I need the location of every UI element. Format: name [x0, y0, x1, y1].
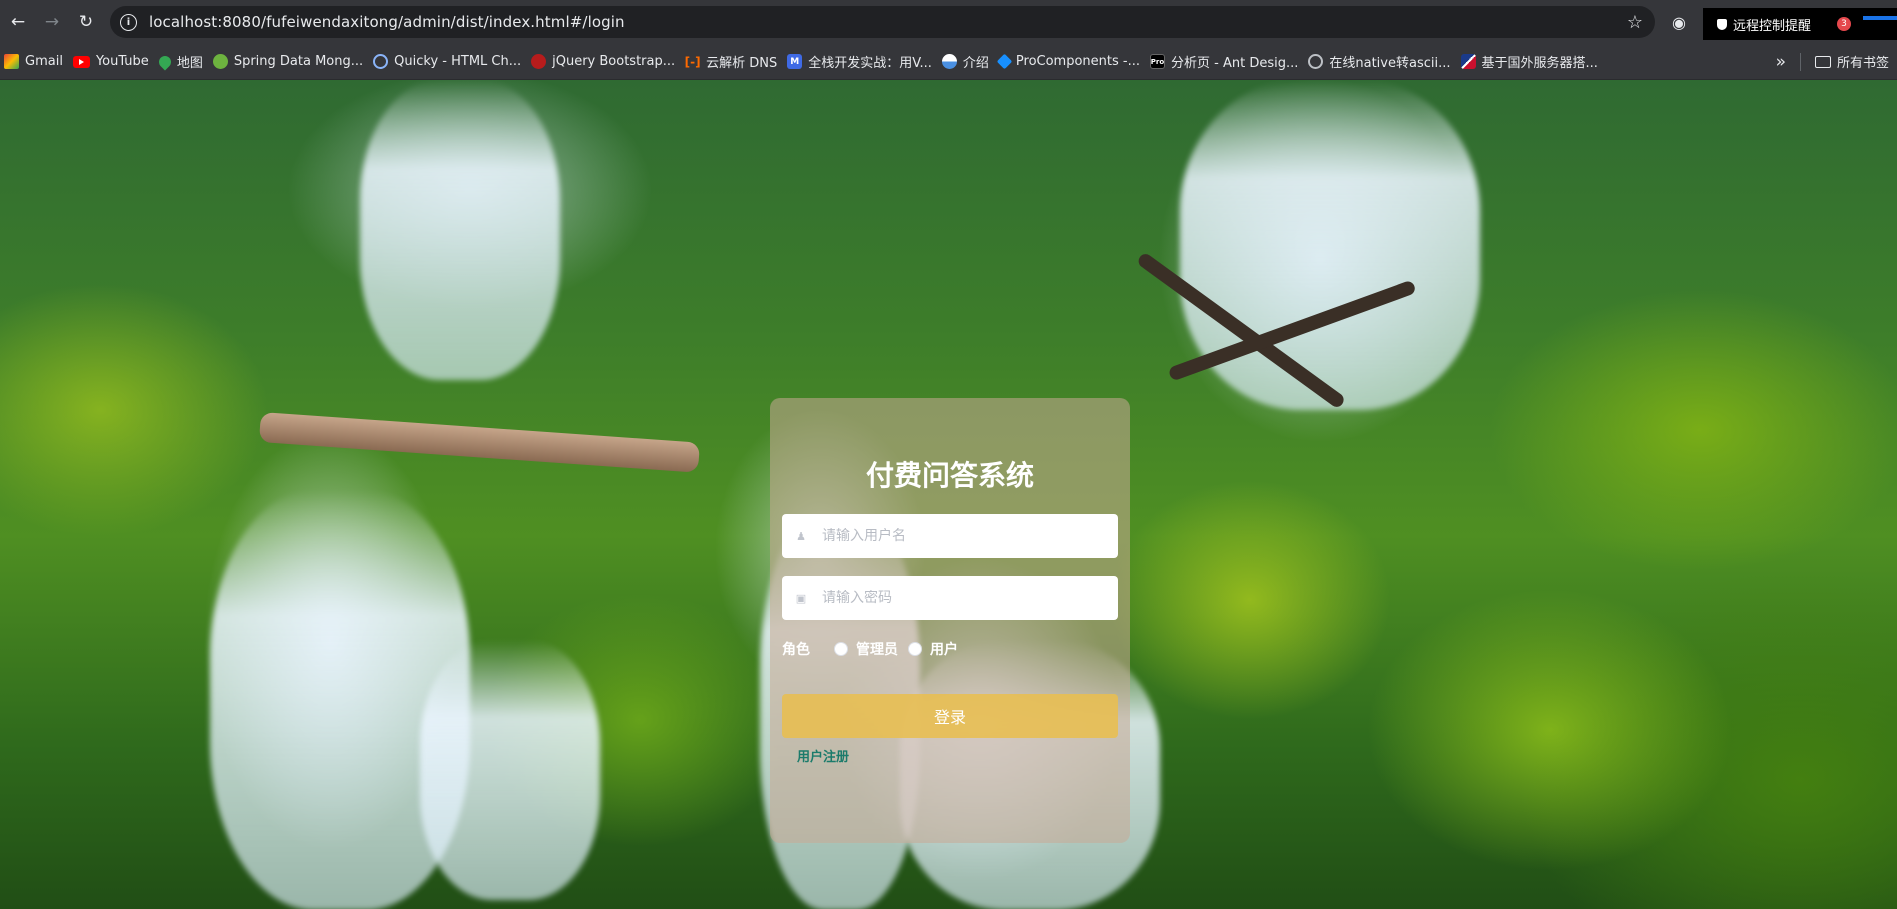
log-decor: [258, 412, 700, 473]
lock-icon: ▣: [795, 591, 807, 605]
flag-icon: [1460, 54, 1476, 69]
bookmark-jquery[interactable]: jQuery Bootstrap...: [529, 48, 683, 76]
remote-status-bar: [1863, 16, 1897, 20]
maps-icon: [156, 53, 174, 70]
bookmark-dns[interactable]: [-] 云解析 DNS: [683, 48, 785, 76]
login-card: 付费问答系统 ♟ ▣ 角色 管理员 用户 登录 用户注册: [770, 398, 1130, 843]
bookmark-label: 在线native转ascii...: [1329, 56, 1451, 71]
role-option-label: 用户: [930, 642, 958, 658]
role-selector: 角色 管理员 用户: [782, 638, 1118, 660]
gmail-icon: [4, 54, 19, 69]
bookmark-label: YouTube: [95, 54, 149, 69]
bookmark-label: 分析页 - Ant Desig...: [1171, 56, 1299, 71]
folder-icon: [1814, 55, 1831, 68]
notification-badge: 3: [1837, 17, 1852, 31]
bookmark-gmail[interactable]: Gmail: [2, 48, 71, 76]
password-field[interactable]: ▣: [782, 576, 1118, 620]
globe-icon: [1308, 54, 1324, 69]
bookmark-label: ProComponents -...: [1015, 54, 1140, 69]
bookmark-label: Gmail: [25, 54, 63, 69]
ant-design-pro-icon: Pro: [1150, 54, 1165, 69]
shield-icon: [1717, 18, 1727, 30]
login-page-background: 付费问答系统 ♟ ▣ 角色 管理员 用户 登录 用户注册: [0, 80, 1897, 909]
url-text[interactable]: localhost:8080/fufeiwendaxitong/admin/di…: [149, 13, 1619, 31]
bookmark-procomponents[interactable]: ProComponents -...: [996, 48, 1148, 76]
waterfall-decor: [360, 80, 560, 380]
all-bookmarks-button[interactable]: 所有书签: [1813, 48, 1897, 76]
bookmark-label: 基于国外服务器搭...: [1481, 56, 1598, 71]
back-arrow-icon[interactable]: ←: [2, 6, 34, 38]
role-label: 角色: [782, 642, 810, 658]
bookmark-label: 地图: [176, 56, 203, 71]
bookmark-maps[interactable]: 地图: [156, 48, 211, 76]
bookmark-label: 介绍: [962, 56, 989, 71]
remote-control-notice[interactable]: 远程控制提醒 3: [1703, 8, 1897, 40]
bookmark-spring[interactable]: Spring Data Mong...: [211, 48, 371, 76]
login-title: 付费问答系统: [865, 459, 1034, 492]
procomponents-icon: [996, 53, 1013, 70]
reload-icon[interactable]: ↻: [70, 6, 102, 38]
username-field[interactable]: ♟: [782, 514, 1118, 558]
bookmarks-bar: Gmail YouTube 地图 Spring Data Mong... Qui…: [0, 44, 1897, 80]
bookmark-label: 全栈开发实战：用V...: [808, 56, 932, 71]
bookmark-fullstack[interactable]: M 全栈开发实战：用V...: [785, 48, 940, 76]
bookmark-label: Spring Data Mong...: [233, 54, 364, 69]
incognito-profile-icon[interactable]: ◉: [1665, 13, 1693, 32]
bookmarks-divider: [1799, 52, 1801, 71]
quicky-icon: [373, 54, 389, 69]
browser-toolbar: ← → ↻ i localhost:8080/fufeiwendaxitong/…: [0, 0, 1897, 44]
role-radio-admin[interactable]: 管理员: [834, 639, 898, 659]
radio-button[interactable]: [908, 642, 922, 656]
bookmark-youtube[interactable]: YouTube: [71, 48, 157, 76]
bookmark-label: jQuery Bootstrap...: [552, 54, 676, 69]
bookmark-native-ascii[interactable]: 在线native转ascii...: [1306, 48, 1458, 76]
dns-icon: [-]: [684, 54, 701, 69]
bookmark-intro[interactable]: 介绍: [940, 48, 997, 76]
password-input[interactable]: [822, 590, 1112, 606]
username-input[interactable]: [822, 528, 1112, 544]
more-bookmarks-chevron-icon[interactable]: »: [1776, 52, 1786, 72]
jquery-icon: [531, 54, 547, 69]
address-bar[interactable]: i localhost:8080/fufeiwendaxitong/admin/…: [110, 6, 1655, 38]
remote-notice-text: 远程控制提醒: [1733, 18, 1812, 34]
intro-icon: [941, 54, 957, 69]
bookmark-star-icon[interactable]: ☆: [1627, 12, 1643, 33]
bookmark-foreign-server[interactable]: 基于国外服务器搭...: [1459, 48, 1606, 76]
forward-arrow-icon[interactable]: →: [36, 6, 68, 38]
role-radio-user[interactable]: 用户: [908, 639, 958, 659]
bookmark-ant-design[interactable]: Pro 分析页 - Ant Desig...: [1148, 48, 1306, 76]
site-info-icon[interactable]: i: [120, 13, 137, 31]
radio-button[interactable]: [834, 642, 848, 656]
bookmark-label: 云解析 DNS: [706, 56, 778, 71]
bookmark-quicky[interactable]: Quicky - HTML Ch...: [371, 48, 529, 76]
youtube-icon: [72, 55, 90, 68]
register-link[interactable]: 用户注册: [797, 746, 849, 765]
role-option-label: 管理员: [856, 642, 898, 658]
user-icon: ♟: [796, 529, 806, 543]
login-button[interactable]: 登录: [782, 694, 1118, 738]
m-icon: M: [787, 54, 803, 69]
bookmark-label: Quicky - HTML Ch...: [394, 54, 522, 69]
spring-icon: [212, 54, 228, 69]
waterfall-decor: [420, 640, 600, 900]
all-bookmarks-label: 所有书签: [1836, 56, 1889, 71]
